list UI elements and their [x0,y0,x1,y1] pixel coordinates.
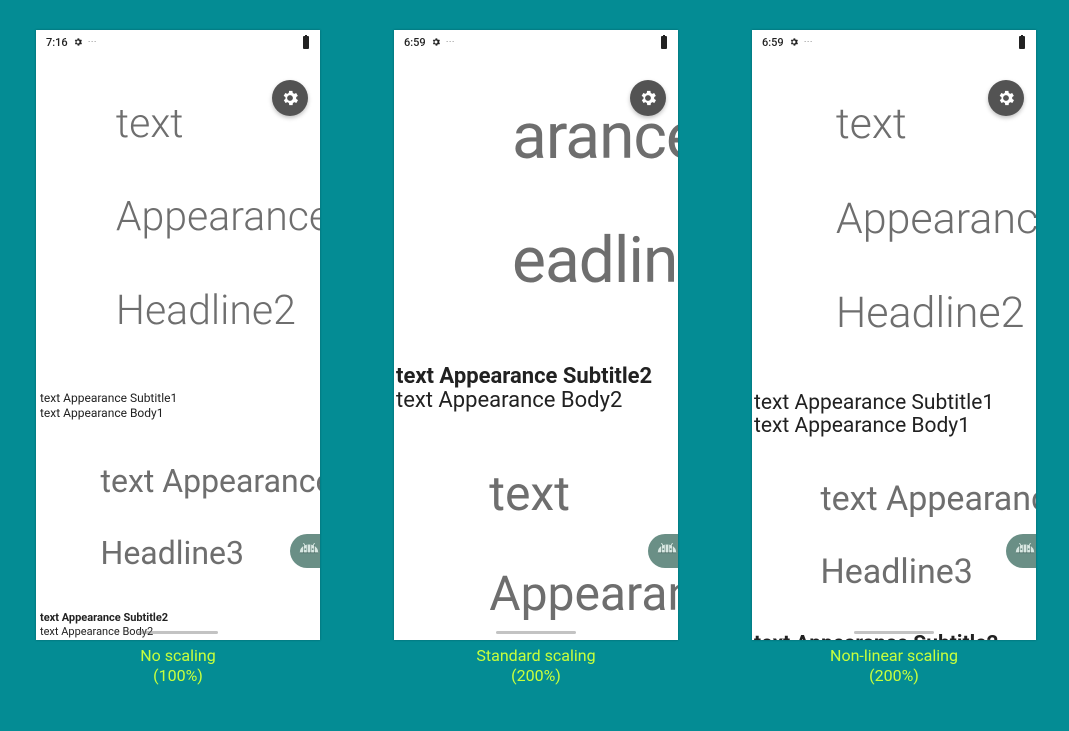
comparison-figure: 7:16 ⋯ text Appearance Headline2 text Ap… [0,0,1069,731]
status-dots: ⋯ [88,37,98,47]
content-area: text Appearance Headline2 text Appearanc… [752,52,1036,640]
status-bar: 6:59 ⋯ [752,30,1036,52]
body2a: text Appearance Body2 [396,388,674,413]
subtitle2: text Appearance Subtitle2 [40,611,316,624]
gear-small-icon [73,37,83,47]
settings-fab[interactable] [988,80,1024,116]
content-area: arance H eadline3 text Appearance Subtit… [394,52,678,640]
body1: text Appearance Body1 [40,406,316,420]
gear-small-icon [431,37,441,47]
home-indicator [854,631,934,634]
battery-icon [302,35,310,49]
android-head-icon [656,543,678,559]
home-indicator [496,631,576,634]
content-area: text Appearance Headline2 text Appearanc… [36,52,320,640]
status-time: 6:59 [762,36,784,49]
status-dots: ⋯ [804,37,814,47]
headline3: text Appearance Headline3 [37,428,316,607]
status-bar: 6:59 ⋯ [394,30,678,52]
phone-standard-scaling: 6:59 ⋯ arance H eadline3 text Appearance… [394,30,678,640]
status-dots: ⋯ [446,37,456,47]
settings-fab[interactable] [630,80,666,116]
gear-icon [996,88,1016,108]
status-time: 6:59 [404,36,426,49]
android-head-icon [298,543,320,559]
caption-nonlinear-scaling: Non-linear scaling(200%) [752,646,1036,687]
home-indicator [138,631,218,634]
caption-standard-scaling: Standard scaling(200%) [394,646,678,687]
headline4: text Appearance Headline4 [394,419,674,640]
debug-bubble[interactable] [1006,534,1036,568]
settings-fab[interactable] [272,80,308,116]
debug-bubble[interactable] [290,534,320,568]
headline3: text Appearance Headline3 [753,444,1032,628]
phone-no-scaling: 7:16 ⋯ text Appearance Headline2 text Ap… [36,30,320,640]
subtitle1: text Appearance Subtitle1 [40,391,316,405]
status-time: 7:16 [46,36,68,49]
battery-icon [1018,35,1026,49]
caption-no-scaling: No scaling(100%) [36,646,320,687]
body1: text Appearance Body1 [754,414,1032,438]
gear-icon [638,88,658,108]
gear-icon [280,88,300,108]
subtitle2: text Appearance Subtitle2 [396,364,674,389]
gear-small-icon [789,37,799,47]
phone-nonlinear-scaling: 6:59 ⋯ text Appearance Headline2 text Ap… [752,30,1036,640]
debug-bubble[interactable] [648,534,678,568]
android-head-icon [1014,543,1036,559]
subtitle1: text Appearance Subtitle1 [754,391,1032,415]
battery-icon [660,35,668,49]
status-bar: 7:16 ⋯ [36,30,320,52]
